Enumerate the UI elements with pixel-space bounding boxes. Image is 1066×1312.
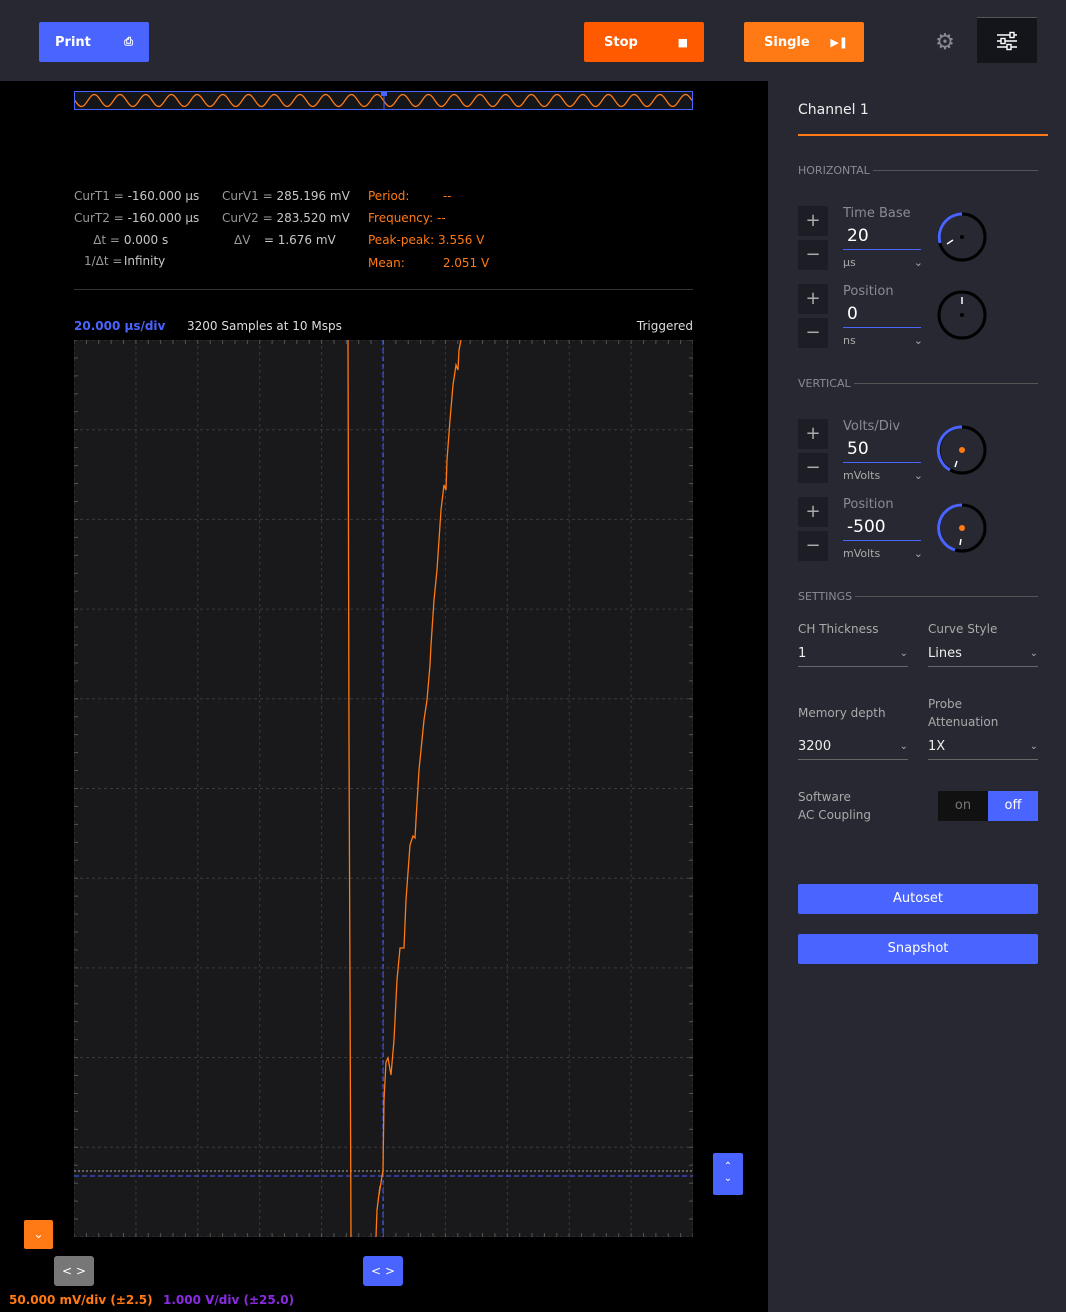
h-position-unit-select[interactable]: ns ⌄ <box>843 334 923 347</box>
volts-div-increment-button[interactable]: + <box>798 419 828 449</box>
stop-label: Stop <box>604 34 638 50</box>
waveform-overview[interactable] <box>74 91 693 110</box>
ch-thickness-label: CH Thickness <box>798 622 879 636</box>
chevron-down-icon: ⌄ <box>1029 648 1038 659</box>
time-base-knob[interactable] <box>936 211 988 263</box>
time-base-decrement-button[interactable]: − <box>798 240 828 270</box>
gear-icon[interactable]: ⚙ <box>933 31 957 55</box>
vertical-section-header: VERTICAL <box>798 377 1038 390</box>
oscilloscope-plot[interactable] <box>73 339 694 1238</box>
panel-title: Channel 1 <box>798 102 869 118</box>
snapshot-button[interactable]: Snapshot <box>798 934 1038 964</box>
step-forward-icon: ▶❚ <box>830 35 848 49</box>
sliders-icon <box>997 31 1017 51</box>
trigger-level-marker[interactable]: ⌃ ⌄ <box>713 1153 743 1195</box>
ac-coupling-on-option[interactable]: on <box>938 791 988 821</box>
trigger-status: Triggered <box>636 319 693 333</box>
curve-style-label: Curve Style <box>928 622 998 636</box>
h-position-increment-button[interactable]: + <box>798 284 828 314</box>
volts-div-input[interactable]: 50 <box>843 437 921 463</box>
horizontal-section-header: HORIZONTAL <box>798 164 1038 177</box>
stop-square-icon: ■ <box>677 35 688 49</box>
memory-depth-select[interactable]: 3200 ⌄ <box>798 734 908 760</box>
chevron-down-icon: ⌄ <box>913 469 923 482</box>
h-position-input[interactable]: 0 <box>843 302 921 328</box>
volts-div-decrement-button[interactable]: − <box>798 453 828 483</box>
dv-readout: ΔV = 1.676 mV <box>234 233 336 247</box>
probe-attenuation-select[interactable]: 1X ⌄ <box>928 734 1038 760</box>
channel1-offset-marker[interactable]: ⌄ <box>24 1220 53 1249</box>
autoset-button[interactable]: Autoset <box>798 884 1038 914</box>
memory-depth-label: Memory depth <box>798 706 886 720</box>
print-button[interactable]: Print ⎙ <box>39 22 149 62</box>
cursor-handle-gray[interactable]: < > <box>54 1256 94 1286</box>
curt1-readout: CurT1 = -160.000 µs <box>74 189 200 203</box>
scope-area: CurT1 = -160.000 µs CurT2 = -160.000 µs … <box>0 81 768 1312</box>
samples-label: 3200 Samples at 10 Msps <box>187 319 342 333</box>
trigger-position-handle[interactable]: < > <box>363 1256 403 1286</box>
h-position-label: Position <box>843 284 894 299</box>
chevron-down-icon: ⌄ <box>899 648 908 659</box>
h-position-knob[interactable] <box>936 289 988 341</box>
ch-thickness-select[interactable]: 1 ⌄ <box>798 641 908 667</box>
period-readout: Period: -- <box>368 189 452 203</box>
stop-button[interactable]: Stop ■ <box>584 22 704 62</box>
ac-coupling-off-option[interactable]: off <box>988 791 1038 821</box>
title-underline <box>798 134 1048 136</box>
divider <box>74 289 693 290</box>
mean-readout: Mean: 2.051 V <box>368 256 490 270</box>
top-toolbar: Print ⎙ Stop ■ Single ▶❚ ⚙ <box>0 0 1066 81</box>
chevron-down-icon: ⌄ <box>33 1227 44 1241</box>
volts-div-unit-select[interactable]: mVolts ⌄ <box>843 469 923 482</box>
probe-attenuation-label: Probe Attenuation <box>928 697 999 729</box>
v-position-increment-button[interactable]: + <box>798 497 828 527</box>
dt-readout: Δt = 0.000 s <box>93 233 169 247</box>
time-base-label: Time Base <box>843 206 911 221</box>
curt2-readout: CurT2 = -160.000 µs <box>74 211 200 225</box>
curve-style-select[interactable]: Lines ⌄ <box>928 641 1038 667</box>
chevron-down-icon: ⌄ <box>913 334 923 347</box>
left-right-chevrons-icon: < > <box>62 1264 86 1278</box>
time-base-unit-select[interactable]: µs ⌄ <box>843 256 923 269</box>
channel-settings-panel: Channel 1 HORIZONTAL + − Time Base 20 µs… <box>768 81 1066 1312</box>
settings-menu-button[interactable] <box>977 17 1037 63</box>
time-base-input[interactable]: 20 <box>843 224 921 250</box>
v-position-unit-select[interactable]: mVolts ⌄ <box>843 547 923 560</box>
chevron-down-icon: ⌄ <box>723 1173 733 1184</box>
v-position-knob[interactable] <box>936 502 988 554</box>
v-position-decrement-button[interactable]: − <box>798 531 828 561</box>
ac-coupling-label: Software AC Coupling <box>798 790 872 822</box>
v-position-input[interactable]: -500 <box>843 515 921 541</box>
peakpeak-readout: Peak-peak: 3.556 V <box>368 233 485 247</box>
curv1-readout: CurV1 = 285.196 mV <box>222 189 350 203</box>
single-label: Single <box>764 34 810 50</box>
chevron-down-icon: ⌄ <box>913 256 923 269</box>
volts-div-knob[interactable] <box>936 424 988 476</box>
time-base-increment-button[interactable]: + <box>798 206 828 236</box>
chevron-down-icon: ⌄ <box>899 741 908 752</box>
overview-trigger-marker <box>381 92 387 96</box>
chevron-down-icon: ⌄ <box>913 547 923 560</box>
settings-section-header: SETTINGS <box>798 590 1038 603</box>
chevron-down-icon: ⌄ <box>1029 741 1038 752</box>
single-button[interactable]: Single ▶❚ <box>744 22 864 62</box>
curv2-readout: CurV2 = 283.520 mV <box>222 211 350 225</box>
inv-dt-readout: 1/Δt = Infinity <box>84 254 166 268</box>
time-per-div-label: 20.000 µs/div <box>74 319 166 333</box>
ch2-scale-label: 1.000 V/div (±25.0) <box>163 1293 295 1307</box>
ac-coupling-toggle[interactable]: on off <box>938 791 1038 821</box>
volts-div-label: Volts/Div <box>843 419 901 434</box>
left-right-chevrons-icon: < > <box>371 1264 395 1278</box>
h-position-decrement-button[interactable]: − <box>798 318 828 348</box>
frequency-readout: Frequency: -- <box>368 211 446 225</box>
ch1-scale-label: 50.000 mV/div (±2.5) <box>9 1293 153 1307</box>
print-label: Print <box>55 34 91 50</box>
printer-icon: ⎙ <box>124 35 133 48</box>
chevron-up-icon: ⌃ <box>723 1161 733 1172</box>
v-position-label: Position <box>843 497 894 512</box>
